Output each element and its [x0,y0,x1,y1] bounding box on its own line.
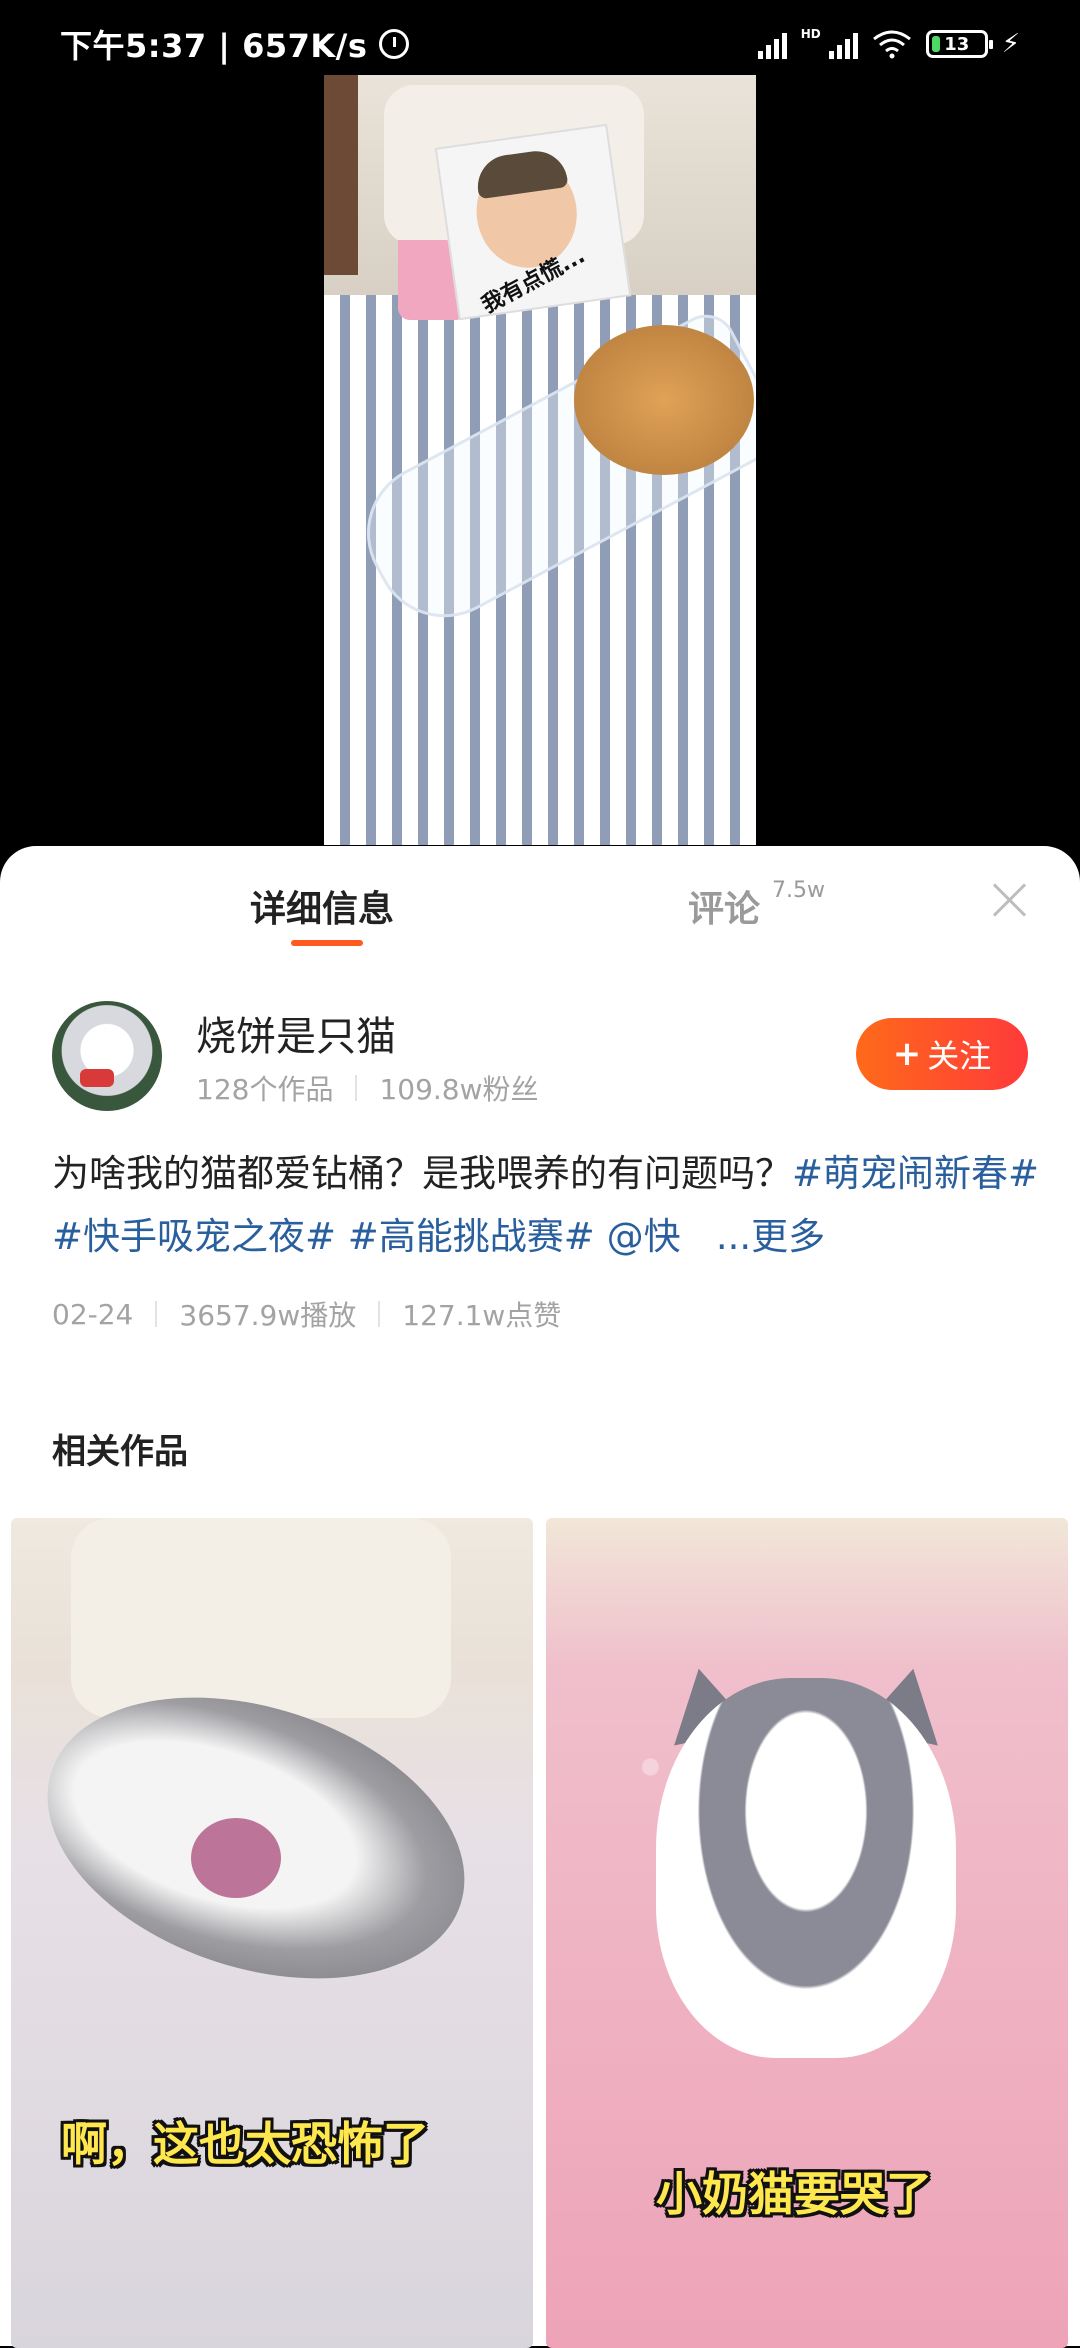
tab-active-indicator [291,940,363,946]
description-text: 为啥我的猫都爱钻桶？是我喂养的有问题吗？ [52,1152,792,1195]
detail-panel: 详细信息 评论 7.5w 烧饼是只猫 128个作品 109.8w粉丝 + 关注 … [0,846,1080,2348]
tab-detail[interactable]: 详细信息 [250,880,394,932]
video-player[interactable]: 我有点慌... [324,75,756,845]
author-fans: 109.8w粉丝 [379,1073,539,1106]
hashtag-2[interactable]: #快手吸宠之夜# [52,1215,336,1258]
signal-icon [757,29,787,59]
video-sticker: 我有点慌... [434,123,632,321]
like-count: 127.1w点赞 [402,1299,562,1332]
follow-label: 关注 [927,1037,992,1075]
tab-bar: 详细信息 评论 7.5w [0,846,1080,956]
related-card-2[interactable]: 小奶猫要哭了 [546,1518,1068,2348]
play-count: 3657.9w播放 [179,1299,357,1332]
hashtag-1[interactable]: #萌宠闹新春# [792,1152,1039,1195]
hashtag-3[interactable]: #高能挑战赛# [348,1215,595,1258]
close-icon[interactable] [990,880,1030,920]
mention[interactable]: @快 [607,1215,681,1258]
wifi-icon [872,30,911,59]
signal-icon-2 [828,29,858,59]
charging-icon: ⚡ [1001,29,1020,59]
related-title: 相关作品 [52,1432,188,1472]
comments-count: 7.5w [772,878,825,903]
hd-label: HD [800,27,821,41]
plus-icon: + [892,1034,922,1074]
battery-icon: 13 [925,30,993,58]
more-link[interactable]: ...更多 [716,1215,825,1258]
author-works: 128个作品 [196,1073,334,1106]
author-stats: 128个作品 109.8w粉丝 [196,1068,539,1108]
video-cat [574,325,754,475]
follow-button[interactable]: + 关注 [856,1018,1028,1090]
alarm-icon [379,29,410,59]
related-card-2-caption: 小奶猫要哭了 [656,2167,932,2221]
status-time: 下午5:37 | 657K/s [60,27,368,65]
related-card-1-caption: 啊，这也太恐怖了 [61,2117,429,2171]
author-name[interactable]: 烧饼是只猫 [196,1004,396,1062]
video-description: 为啥我的猫都爱钻桶？是我喂养的有问题吗？#萌宠闹新春# #快手吸宠之夜# #高能… [52,1142,1052,1268]
avatar[interactable] [52,1001,162,1111]
tab-comments[interactable]: 评论 [688,880,760,932]
post-date: 02-24 [52,1297,134,1331]
related-card-1[interactable]: 啊，这也太恐怖了 [11,1518,533,2348]
video-meta: 02-24 3657.9w播放 127.1w点赞 [52,1294,561,1334]
